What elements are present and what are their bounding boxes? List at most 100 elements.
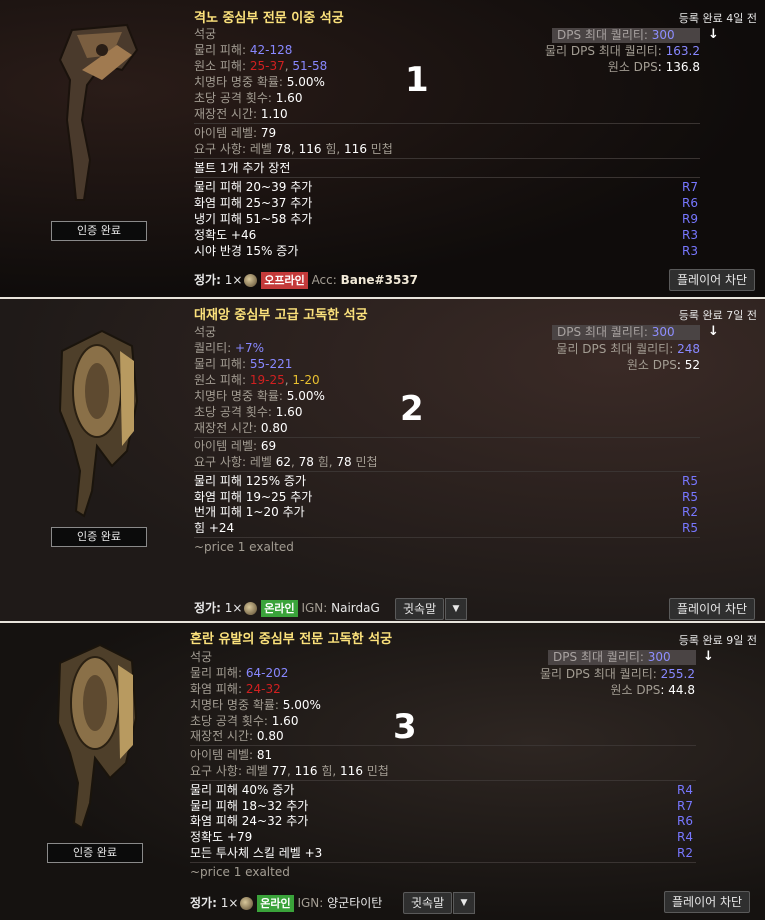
down-arrow-icon[interactable]: ↓ [708,324,719,339]
divider [190,862,696,863]
crit-chance: 치명타 명중 확률: 5.00% [194,389,325,403]
listing-number: 1 [405,60,429,100]
item-title[interactable]: 격노 중심부 전문 이중 석궁 [194,7,344,26]
price-row: 정가: 1× 온라인 IGN: 양군타이탄 [190,895,383,912]
explicit-mod: 물리 피해 20~39 추가 [194,180,313,194]
attacks-per-second: 초당 공격 횟수: 1.60 [194,405,303,419]
phys-dps: 물리 DPS 최대 퀄리티: 255.2 [539,667,695,681]
dps-max-quality[interactable]: DPS 최대 퀄리티: 300 [548,650,696,665]
elemental-damage: 원소 피해: 19-25, 1-20 [194,373,320,387]
dps-max-quality[interactable]: DPS 최대 퀄리티: 300 [552,325,700,340]
exalted-orb-icon [240,897,254,910]
block-player-button[interactable]: 플레이어 차단 [669,598,756,620]
explicit-mod: 냉기 피해 51~58 추가 [194,212,313,226]
explicit-mod: 물리 피해 40% 증가 [190,783,295,797]
verified-badge: 인증 완료 [51,527,147,547]
dps-max-quality[interactable]: DPS 최대 퀄리티: 300 [552,28,700,43]
status-badge: 오프라인 [261,272,308,289]
elemental-dps: 원소 DPS: 52 [626,358,700,372]
status-badge: 온라인 [261,600,298,617]
mod-tier: R5 [682,474,698,488]
mod-tier: R6 [677,814,693,828]
verified-badge: 인증 완료 [47,843,143,863]
quality: 퀄리티: +7% [194,341,265,355]
listing-3: 인증 완료 혼란 유발의 중심부 전문 고독한 석궁 등록 완료 9일 전 석궁… [0,623,765,920]
mod-tier: R7 [682,180,698,194]
mod-tier: R2 [677,846,693,860]
divider [194,158,700,159]
fire-damage: 화염 피해: 24-32 [190,682,281,696]
phys-dps: 물리 DPS 최대 퀄리티: 248 [556,342,700,356]
divider [190,780,696,781]
item-title[interactable]: 대재앙 중심부 고급 고독한 석궁 [194,304,368,323]
requirements: 요구 사항: 레벨 62, 78 힘, 78 민첩 [194,455,378,469]
whisper-button[interactable]: 귓속말 [403,892,453,914]
crit-chance: 치명타 명중 확률: 5.00% [194,75,325,89]
divider [194,537,700,538]
exalted-orb-icon [244,274,258,287]
divider [190,745,696,746]
block-player-button[interactable]: 플레이어 차단 [669,269,756,291]
divider [194,123,700,124]
attacks-per-second: 초당 공격 횟수: 1.60 [194,91,303,105]
item-level: 아이템 레벨: 79 [194,126,277,140]
divider [194,471,700,472]
crossbow-2-image [58,329,139,518]
explicit-mod: 번개 피해 1~20 추가 [194,505,305,519]
listed-time: 등록 완료 4일 전 [678,12,757,25]
mod-tier: R4 [677,783,693,797]
mod-tier: R5 [682,521,698,535]
item-level: 아이템 레벨: 69 [194,439,277,453]
explicit-mod: 정확도 +79 [190,830,253,844]
listing-number: 3 [393,707,417,747]
down-arrow-icon[interactable]: ↓ [708,27,719,42]
mod-tier: R7 [677,799,693,813]
divider [194,177,700,178]
listed-time: 등록 완료 9일 전 [678,634,757,647]
attacks-per-second: 초당 공격 횟수: 1.60 [190,714,299,728]
mod-tier: R2 [682,505,698,519]
caret-down-icon[interactable]: ▼ [453,892,475,914]
status-badge: 온라인 [257,895,294,912]
explicit-mod: 정확도 +46 [194,228,257,242]
mod-tier: R5 [682,490,698,504]
listing-number: 2 [400,389,424,429]
crit-chance: 치명타 명중 확률: 5.00% [190,698,321,712]
whisper-button[interactable]: 귓속말 [395,598,445,620]
price-row: 정가: 1× 온라인 IGN: NairdaG [194,600,380,617]
reload-time: 재장전 시간: 0.80 [194,421,288,435]
explicit-mod: 화염 피해 24~32 추가 [190,814,309,828]
explicit-mod: 시야 반경 15% 증가 [194,244,299,258]
elemental-damage: 원소 피해: 25-37, 51-58 [194,59,328,73]
item-level: 아이템 레벨: 81 [190,748,273,762]
down-arrow-icon[interactable]: ↓ [703,649,714,664]
exalted-orb-icon [244,602,258,615]
price-note: ~price 1 exalted [190,865,290,879]
explicit-mod: 물리 피해 125% 증가 [194,474,306,488]
explicit-mod: 힘 +24 [194,521,235,535]
explicit-mod: 물리 피해 18~32 추가 [190,799,309,813]
listing-1: 인증 완료 격노 중심부 전문 이중 석궁 등록 완료 4일 전 석궁 물리 피… [0,0,765,297]
ign-name: IGN: NairdaG [301,601,380,615]
price-note: ~price 1 exalted [194,540,294,554]
caret-down-icon[interactable]: ▼ [445,598,467,620]
listed-time: 등록 완료 7일 전 [678,309,757,322]
account-name: Acc: Bane#3537 [311,273,419,287]
implicit-mod: 볼트 1개 추가 장전 [194,161,291,175]
explicit-mod: 화염 피해 19~25 추가 [194,490,313,504]
ign-name: IGN: 양군타이탄 [297,896,383,910]
elemental-dps: 원소 DPS: 136.8 [607,60,700,74]
listing-2: 인증 완료 대재앙 중심부 고급 고독한 석궁 등록 완료 7일 전 석궁 퀄리… [0,299,765,621]
phys-dps: 물리 DPS 최대 퀄리티: 163.2 [544,44,700,58]
mod-tier: R3 [682,244,698,258]
price-row: 정가: 1× 오프라인 Acc: Bane#3537 [194,272,419,289]
crossbow-1-image [58,23,139,201]
mod-tier: R9 [682,212,698,226]
item-base: 석궁 [190,650,213,664]
reload-time: 재장전 시간: 1.10 [194,107,288,121]
mod-tier: R3 [682,228,698,242]
block-player-button[interactable]: 플레이어 차단 [664,891,751,913]
item-title[interactable]: 혼란 유발의 중심부 전문 고독한 석궁 [190,628,392,647]
item-base: 석궁 [194,27,217,41]
requirements: 요구 사항: 레벨 77, 116 힘, 116 민첩 [190,764,389,778]
